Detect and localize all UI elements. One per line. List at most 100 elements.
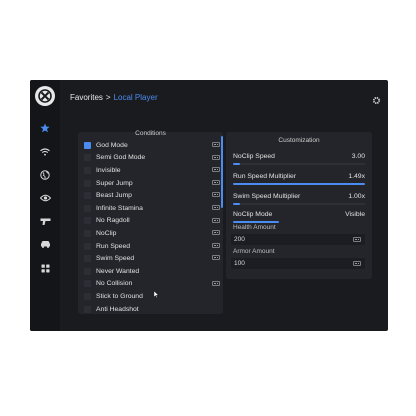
keyboard-icon[interactable] — [353, 237, 361, 242]
armor-amount-input[interactable]: 100 — [231, 258, 365, 269]
condition-item[interactable]: Super Jump — [84, 177, 220, 190]
condition-label: Semi God Mode — [96, 154, 146, 162]
condition-item[interactable]: Beast Jump — [84, 189, 220, 202]
breadcrumb: Favorites > Local Player — [70, 93, 158, 102]
checkbox[interactable] — [84, 255, 91, 263]
armor-amount-label: Armor Amount — [233, 248, 275, 255]
slider-fill — [233, 183, 365, 185]
condition-item[interactable]: Run Speed — [84, 240, 220, 253]
slider-label: NoClip Speed — [233, 153, 275, 160]
breadcrumb-current: Local Player — [113, 93, 158, 102]
condition-item[interactable]: Never Wanted — [84, 265, 220, 278]
wifi-icon[interactable] — [30, 145, 60, 159]
condition-item[interactable]: Semi God Mode — [84, 152, 220, 165]
checkbox[interactable] — [84, 192, 91, 200]
condition-label: No Ragdoll — [96, 217, 130, 225]
car-icon[interactable] — [30, 237, 60, 251]
condition-label: God Mode — [96, 141, 128, 149]
condition-label: Stick to Ground — [96, 292, 143, 300]
logo-icon — [35, 86, 55, 106]
checkbox[interactable] — [84, 267, 91, 275]
condition-label: Infinite Stamina — [96, 204, 143, 212]
conditions-scrollbar[interactable] — [221, 136, 223, 208]
noclip-mode-select[interactable]: NoClip Mode Visible — [233, 210, 365, 224]
swim-speed-multiplier-slider[interactable]: Swim Speed Multiplier 1.00x — [233, 192, 365, 206]
condition-item[interactable]: Swim Speed — [84, 252, 220, 265]
keyboard-icon[interactable] — [212, 192, 220, 198]
checkbox[interactable] — [84, 280, 91, 288]
checkbox[interactable] — [84, 141, 91, 149]
keyboard-icon[interactable] — [212, 230, 220, 236]
slider-track[interactable] — [233, 163, 365, 165]
keyboard-icon[interactable] — [212, 142, 220, 147]
mode-track — [233, 221, 365, 223]
slider-label: Swim Speed Multiplier — [233, 193, 301, 200]
condition-item[interactable]: Infinite Stamina — [84, 202, 220, 215]
keyboard-icon[interactable] — [212, 217, 220, 223]
customization-title: Customization — [278, 137, 320, 144]
customization-panel: Customization NoClip Speed 3.00 Run Spee… — [226, 132, 372, 279]
condition-item[interactable]: Invisible — [84, 164, 220, 177]
checkbox[interactable] — [84, 305, 91, 313]
condition-label: Beast Jump — [96, 192, 132, 200]
mode-indicator — [233, 221, 280, 223]
health-amount-label: Health Amount — [233, 224, 276, 231]
checkbox[interactable] — [84, 204, 91, 212]
condition-label: Swim Speed — [96, 255, 135, 263]
breadcrumb-root[interactable]: Favorites — [70, 93, 103, 102]
conditions-panel: Conditions God Mode Semi God Mode Invisibl… — [78, 130, 223, 316]
checkbox[interactable] — [84, 229, 91, 237]
condition-label: Run Speed — [96, 242, 131, 250]
slider-fill — [233, 203, 240, 205]
conditions-title: Conditions — [135, 130, 166, 137]
checkbox[interactable] — [84, 154, 91, 162]
eye-icon[interactable] — [30, 191, 60, 205]
condition-item[interactable]: No Collision — [84, 278, 220, 291]
menu-window: Favorites > Local Player Conditions God Mo… — [30, 80, 388, 331]
grid-icon[interactable] — [30, 261, 60, 275]
gun-icon[interactable] — [30, 214, 60, 228]
keyboard-icon[interactable] — [212, 204, 220, 210]
condition-item[interactable]: God Mode — [84, 139, 220, 152]
slider-value: 3.00 — [351, 153, 365, 160]
condition-item[interactable]: Anti Headshot — [84, 303, 220, 316]
keyboard-icon[interactable] — [212, 167, 220, 173]
condition-item[interactable]: NoClip — [84, 227, 220, 240]
gear-icon[interactable] — [371, 95, 381, 105]
armor-amount-value: 100 — [234, 260, 245, 267]
condition-label: No Collision — [96, 280, 133, 288]
globe-icon[interactable] — [30, 168, 60, 182]
condition-label: Never Wanted — [96, 267, 140, 275]
keyboard-icon[interactable] — [212, 179, 220, 185]
keyboard-icon[interactable] — [353, 261, 361, 266]
health-amount-value: 200 — [234, 236, 245, 243]
star-icon[interactable] — [30, 121, 60, 135]
condition-item[interactable]: No Ragdoll — [84, 215, 220, 228]
condition-item[interactable]: Stick to Ground — [84, 290, 220, 303]
mode-label: NoClip Mode — [233, 211, 273, 218]
condition-label: Invisible — [96, 166, 121, 174]
run-speed-multiplier-slider[interactable]: Run Speed Multiplier 1.49x — [233, 172, 365, 186]
slider-track[interactable] — [233, 203, 365, 205]
slider-label: Run Speed Multiplier — [233, 173, 297, 180]
noclip-speed-slider[interactable]: NoClip Speed 3.00 — [233, 152, 365, 166]
condition-label: Anti Headshot — [96, 305, 139, 313]
sidebar — [30, 80, 60, 331]
keyboard-icon[interactable] — [212, 154, 220, 160]
keyboard-icon[interactable] — [212, 280, 220, 286]
slider-track[interactable] — [233, 183, 365, 185]
checkbox[interactable] — [84, 179, 91, 187]
checkbox[interactable] — [84, 217, 91, 225]
slider-value: 1.00x — [348, 193, 365, 200]
checkbox[interactable] — [84, 292, 91, 300]
mode-value: Visible — [345, 211, 365, 218]
slider-value: 1.49x — [348, 173, 365, 180]
keyboard-icon[interactable] — [212, 255, 220, 261]
health-amount-input[interactable]: 200 — [231, 234, 365, 245]
mouse-cursor-icon — [153, 285, 159, 299]
condition-label: Super Jump — [96, 179, 133, 187]
keyboard-icon[interactable] — [212, 242, 220, 248]
checkbox[interactable] — [84, 166, 91, 174]
condition-label: NoClip — [96, 229, 117, 237]
checkbox[interactable] — [84, 242, 91, 250]
